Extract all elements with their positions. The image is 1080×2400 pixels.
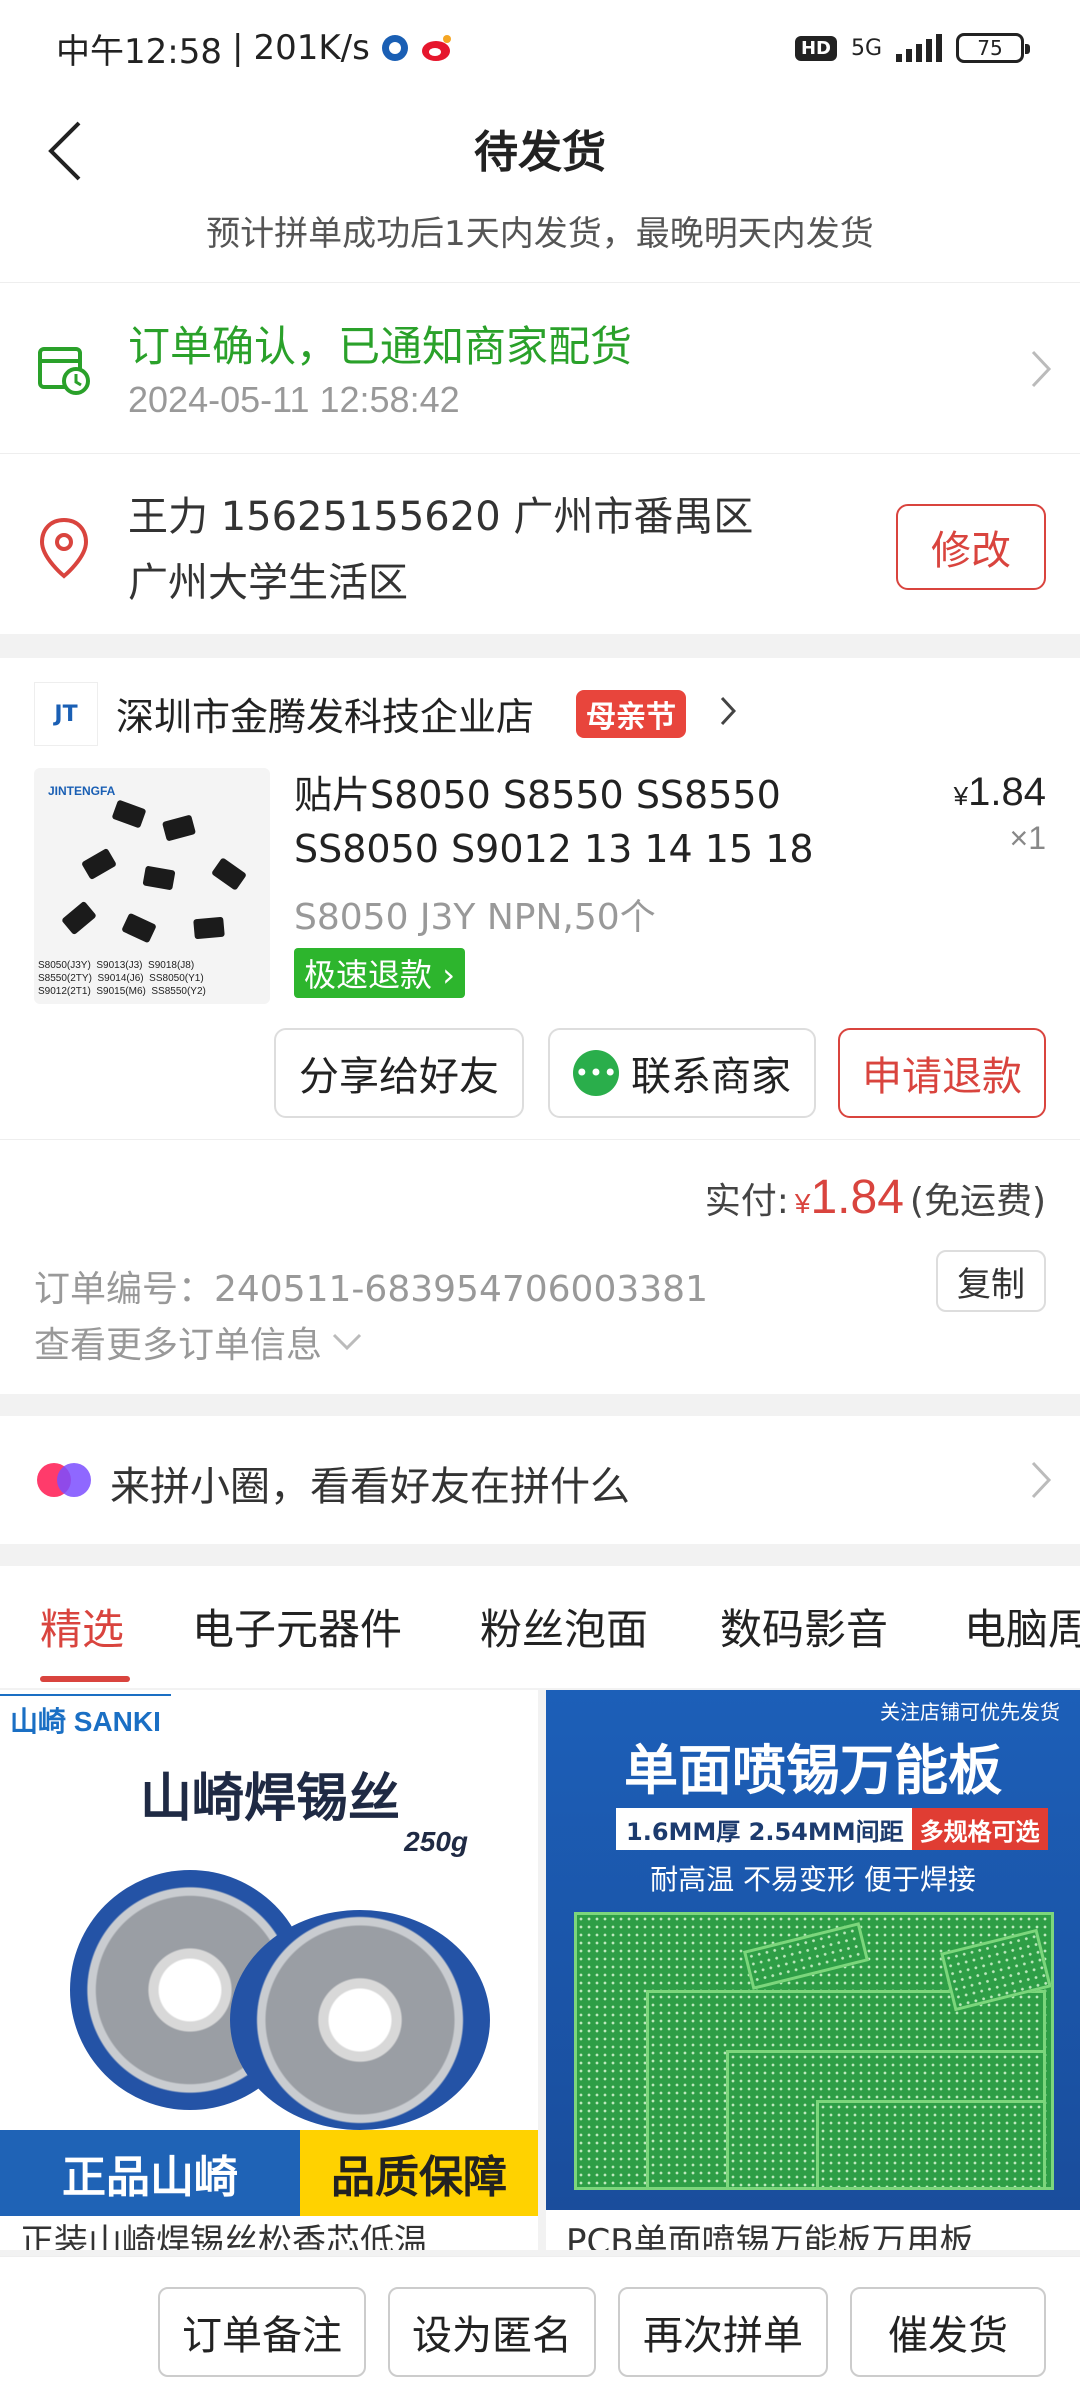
order-status-time: 2024-05-11 12:58:42 xyxy=(128,379,460,420)
card-image-title: 山崎焊锡丝 xyxy=(140,1769,401,1829)
shipping-estimate: 预计拼单成功后1天内发货，最晚明天内发货 xyxy=(206,214,874,254)
title-bar: 待发货 预计拼单成功后1天内发货，最晚明天内发货 xyxy=(0,96,1080,286)
shop-logo[interactable]: JT xyxy=(34,682,98,746)
product-image-logo: JINTENGFA xyxy=(48,784,116,798)
fast-refund-tag: 极速退款 › xyxy=(294,948,465,998)
status-bar: 中午12:58 | 201K/s HD 5G 75 xyxy=(0,0,1080,96)
address-row: 王力 15625155620 广州市番禺区 广州大学生活区 修改 xyxy=(0,454,1080,634)
card-product-name: 正装山崎焊锡丝松香芯低温 xyxy=(20,2222,428,2250)
product-quantity: ×1 xyxy=(1009,820,1046,856)
copy-order-number-button[interactable]: 复制 xyxy=(936,1250,1046,1312)
sanki-logo: 山崎 SANKI xyxy=(0,1694,171,1744)
tab-featured[interactable]: 精选 xyxy=(40,1596,124,1657)
card-promo-bar: 正品山崎 品质保障 xyxy=(0,2130,538,2216)
weibo-icon xyxy=(420,33,454,63)
chevron-down-icon xyxy=(332,1333,362,1351)
card-product-name: PCB单面喷锡万能板万用板 xyxy=(566,2222,974,2250)
friends-circle-text: 来拼小圈，看看好友在拼什么 xyxy=(110,1464,630,1510)
group-again-button[interactable]: 再次拼单 xyxy=(618,2287,828,2377)
page-title: 待发货 xyxy=(474,127,606,178)
signal-icon xyxy=(896,34,942,62)
status-time: 中午12:58 xyxy=(56,31,222,72)
solder-spool-image xyxy=(230,1910,490,2130)
product-price: ¥1.84 xyxy=(953,770,1046,814)
request-refund-button[interactable]: 申请退款 xyxy=(838,1028,1046,1118)
shop-name[interactable]: 深圳市金腾发科技企业店 xyxy=(116,686,534,741)
chat-icon: ••• xyxy=(573,1050,619,1096)
card-image-features: 耐高温 不易变形 便于焊接 xyxy=(650,1863,976,1896)
address-text: 王力 15625155620 广州市番禺区 广州大学生活区 xyxy=(128,484,828,616)
contact-seller-label: 联系商家 xyxy=(631,1054,791,1100)
tab-electronic-components[interactable]: 电子元器件 xyxy=(192,1596,402,1657)
card-image-weight: 250g xyxy=(404,1826,468,1857)
friends-circle-row[interactable]: 来拼小圈，看看好友在拼什么 xyxy=(0,1416,1080,1544)
recommend-card-pcb[interactable]: 关注店铺可优先发货 单面喷锡万能板 1.6MM厚 2.54MM间距 多规格可选 … xyxy=(546,1690,1080,2250)
product-image[interactable]: JINTENGFA S8050(J3Y) S9013(J3) S9018(J8)… xyxy=(34,768,270,1004)
order-status-title: 订单确认，已通知商家配货 xyxy=(128,322,633,371)
recommend-tabs: 精选 电子元器件 粉丝泡面 数码影音 电脑周 xyxy=(0,1566,1080,1688)
address-line-1: 王力 15625155620 广州市番禺区 xyxy=(128,494,754,540)
chevron-right-icon xyxy=(1031,350,1052,388)
more-order-info-label: 查看更多订单信息 xyxy=(34,1325,323,1366)
product-spec: S8050 J3Y NPN,50个 xyxy=(294,897,656,938)
urge-shipping-button[interactable]: 催发货 xyxy=(850,2287,1046,2377)
card-image-spec: 1.6MM厚 2.54MM间距 多规格可选 xyxy=(616,1808,1048,1850)
payment-info: 实付: ¥1.84 (免运费) 订单编号：240511-683954706003… xyxy=(0,1140,1080,1394)
network-type: 5G xyxy=(850,35,882,61)
promo-quality: 品质保障 xyxy=(300,2130,538,2216)
set-anonymous-button[interactable]: 设为匿名 xyxy=(388,2287,596,2377)
chevron-right-icon xyxy=(1031,1461,1052,1499)
paid-amount: ¥1.84 xyxy=(794,1171,904,1224)
order-goods-card: JT 深圳市金腾发科技企业店 母亲节 JINTENGFA S8050(J3Y) … xyxy=(0,658,1080,1140)
tab-fan-noodles[interactable]: 粉丝泡面 xyxy=(480,1596,648,1657)
pin-circle-icon xyxy=(37,1463,91,1497)
order-status-row[interactable]: 订单确认，已通知商家配货 2024-05-11 12:58:42 xyxy=(0,283,1080,453)
tab-digital-av[interactable]: 数码影音 xyxy=(720,1596,888,1657)
chevron-right-icon: › xyxy=(442,956,455,994)
order-number: 订单编号：240511-683954706003381 xyxy=(34,1269,708,1310)
card-image-title: 单面喷锡万能板 xyxy=(624,1739,1002,1802)
battery-level: 75 xyxy=(977,36,1003,60)
recommend-card-solder[interactable]: 山崎 SANKI 山崎焊锡丝 250g 正品山崎 品质保障 正装山崎焊锡丝松香芯… xyxy=(0,1690,538,2250)
order-note-button[interactable]: 订单备注 xyxy=(158,2287,366,2377)
network-speed: 201K/s xyxy=(253,28,370,68)
location-pin-icon xyxy=(39,517,89,579)
order-truck-icon xyxy=(38,347,90,395)
contact-seller-button[interactable]: ••• 联系商家 xyxy=(548,1028,816,1118)
shop-promo-badge: 母亲节 xyxy=(576,690,686,738)
shipping-note: (免运费) xyxy=(909,1181,1046,1222)
product-title[interactable]: 贴片S8050 S8550 SS8550 SS8050 S9012 13 14 … xyxy=(294,768,894,876)
card-follow-tag: 关注店铺可优先发货 xyxy=(880,1700,1060,1724)
chevron-right-icon[interactable] xyxy=(720,696,736,726)
active-tab-indicator xyxy=(40,1676,130,1682)
product-image-legend: S8050(J3Y) S9013(J3) S9018(J8) S8550(2TY… xyxy=(38,960,206,997)
bottom-action-bar: 订单备注 设为匿名 再次拼单 催发货 xyxy=(0,2256,1080,2400)
address-line-2: 广州大学生活区 xyxy=(128,560,408,606)
paid-line: 实付: ¥1.84 (免运费) xyxy=(705,1170,1046,1225)
paid-label: 实付: xyxy=(704,1181,789,1222)
tab-computer[interactable]: 电脑周 xyxy=(964,1596,1080,1657)
share-friend-button[interactable]: 分享给好友 xyxy=(274,1028,524,1118)
promo-genuine: 正品山崎 xyxy=(0,2130,300,2216)
battery-icon: 75 xyxy=(956,33,1030,63)
shop-logo-text: JT xyxy=(54,701,78,727)
hd-icon: HD xyxy=(794,35,837,61)
browser-icon xyxy=(380,33,410,63)
edit-address-button[interactable]: 修改 xyxy=(896,504,1046,590)
more-order-info-link[interactable]: 查看更多订单信息 xyxy=(34,1316,362,1368)
